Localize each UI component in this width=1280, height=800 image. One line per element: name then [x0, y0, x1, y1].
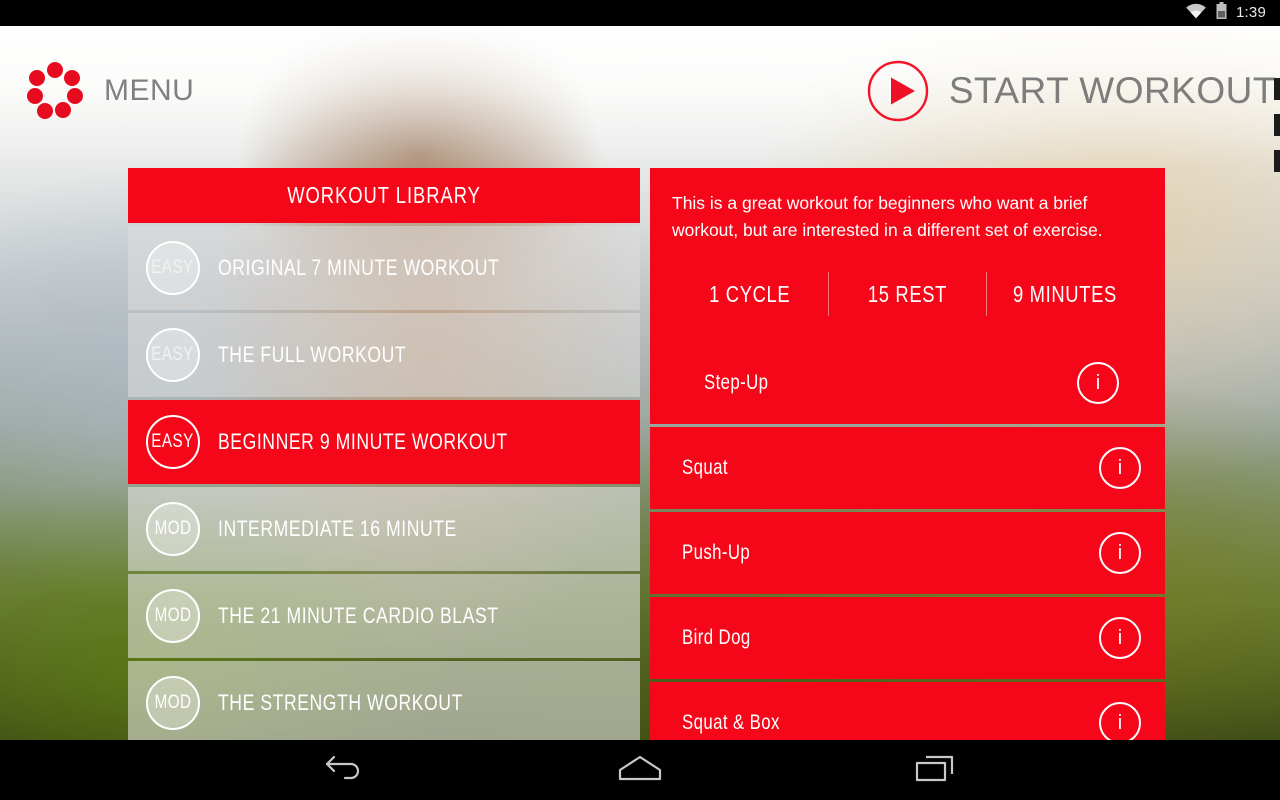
info-icon[interactable]: i: [1099, 702, 1141, 740]
workout-description: This is a great workout for beginners wh…: [672, 193, 1103, 240]
app-bar: MENU START WORKOUT: [0, 26, 1280, 172]
difficulty-label: MOD: [154, 605, 192, 626]
difficulty-label: EASY: [151, 431, 195, 452]
difficulty-badge: MOD: [146, 502, 200, 556]
workout-library-title: WORKOUT LIBRARY: [287, 182, 481, 208]
workout-library-panel[interactable]: WORKOUT LIBRARY EASY ORIGINAL 7 MINUTE W…: [128, 168, 640, 740]
workout-detail-header: This is a great workout for beginners wh…: [650, 168, 1165, 424]
dot-ring-logo-icon: [22, 58, 88, 124]
library-row-title: THE FULL WORKOUT: [218, 342, 407, 367]
start-workout-button[interactable]: START WORKOUT: [867, 60, 1276, 122]
status-clock: 1:39: [1236, 4, 1266, 21]
stat-rest: 15 REST: [828, 272, 985, 316]
battery-icon: [1216, 2, 1227, 24]
difficulty-label: EASY: [151, 344, 195, 365]
library-row-title: BEGINNER 9 MINUTE WORKOUT: [218, 429, 508, 454]
exercise-name: Step-Up: [704, 371, 769, 394]
wifi-icon: [1185, 3, 1207, 24]
library-row-title: INTERMEDIATE 16 MINUTE: [218, 516, 457, 541]
library-row-selected[interactable]: EASY BEGINNER 9 MINUTE WORKOUT: [128, 400, 640, 484]
offscreen-menu-mark: [1274, 150, 1280, 172]
library-row[interactable]: MOD THE 21 MINUTE CARDIO BLAST: [128, 574, 640, 658]
exercise-row[interactable]: Push-Up i: [650, 512, 1165, 594]
exercise-row[interactable]: Squat i: [650, 427, 1165, 509]
play-circle-icon: [867, 60, 929, 122]
stat-rest-value: 15 REST: [867, 280, 948, 307]
library-row-title: ORIGINAL 7 MINUTE WORKOUT: [218, 255, 500, 280]
stat-cycles-value: 1 CYCLE: [709, 280, 791, 307]
offscreen-menu-mark: [1274, 78, 1280, 100]
exercise-row[interactable]: Step-Up i: [672, 342, 1143, 424]
exercise-name: Push-Up: [682, 541, 751, 564]
menu-button[interactable]: MENU: [22, 58, 194, 124]
info-icon[interactable]: i: [1077, 362, 1119, 404]
offscreen-menu-mark: [1274, 114, 1280, 136]
exercise-name: Bird Dog: [682, 626, 751, 649]
recents-button[interactable]: [860, 740, 1010, 800]
home-icon: [616, 754, 664, 787]
difficulty-badge: EASY: [146, 328, 200, 382]
info-icon[interactable]: i: [1099, 617, 1141, 659]
exercise-name: Squat & Box: [682, 711, 780, 734]
workout-stats: 1 CYCLE 15 REST 9 MINUTES: [672, 272, 1143, 342]
app-viewport: MENU START WORKOUT WORKOUT LIBRARY EASY: [0, 26, 1280, 740]
library-row-title: THE 21 MINUTE CARDIO BLAST: [218, 603, 499, 628]
library-row[interactable]: MOD INTERMEDIATE 16 MINUTE: [128, 487, 640, 571]
difficulty-label: MOD: [154, 692, 192, 713]
exercise-row[interactable]: Bird Dog i: [650, 597, 1165, 679]
recent-apps-icon: [914, 753, 956, 788]
library-row[interactable]: EASY THE FULL WORKOUT: [128, 313, 640, 397]
android-nav-bar: [0, 740, 1280, 800]
exercise-name: Squat: [682, 456, 728, 479]
library-row[interactable]: EASY ORIGINAL 7 MINUTE WORKOUT: [128, 226, 640, 310]
stat-duration-value: 9 MINUTES: [1012, 280, 1117, 307]
home-button[interactable]: [565, 740, 715, 800]
menu-label: MENU: [104, 74, 195, 107]
workout-detail-panel[interactable]: This is a great workout for beginners wh…: [650, 168, 1165, 740]
difficulty-badge: EASY: [146, 241, 200, 295]
difficulty-badge: MOD: [146, 676, 200, 730]
library-row[interactable]: MOD THE STRENGTH WORKOUT: [128, 661, 640, 740]
difficulty-label: MOD: [154, 518, 192, 539]
back-arrow-icon: [324, 755, 366, 786]
back-button[interactable]: [270, 740, 420, 800]
stat-cycles: 1 CYCLE: [672, 272, 828, 316]
difficulty-label: EASY: [151, 257, 195, 278]
stat-duration: 9 MINUTES: [985, 272, 1143, 316]
offscreen-menu-edge[interactable]: [1274, 78, 1280, 172]
difficulty-badge: MOD: [146, 589, 200, 643]
difficulty-badge: EASY: [146, 415, 200, 469]
library-row-title: THE STRENGTH WORKOUT: [218, 690, 463, 715]
status-bar: 1:39: [0, 0, 1280, 26]
workout-library-header: WORKOUT LIBRARY: [128, 168, 640, 223]
info-icon[interactable]: i: [1099, 447, 1141, 489]
start-workout-label: START WORKOUT: [948, 70, 1276, 111]
exercise-row[interactable]: Squat & Box i: [650, 682, 1165, 740]
info-icon[interactable]: i: [1099, 532, 1141, 574]
